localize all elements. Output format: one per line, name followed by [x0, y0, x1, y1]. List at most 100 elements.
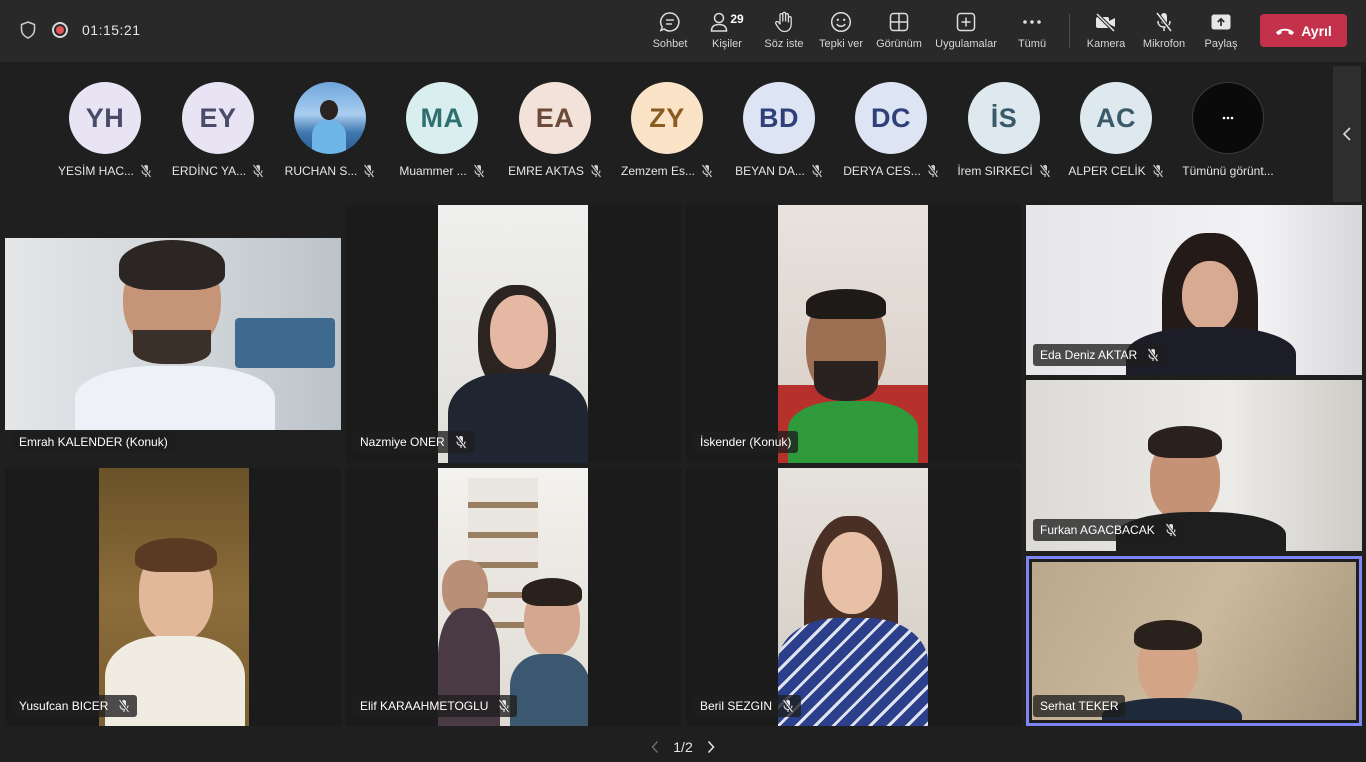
- next-page-button[interactable]: [707, 740, 715, 754]
- muted-mic-icon: [252, 164, 264, 178]
- participant-name-tag: Yusufcan BICER: [12, 695, 138, 717]
- strip-participant[interactable]: MA Muammer ...: [386, 82, 498, 179]
- participant-name: BEYAN DA...: [735, 164, 805, 178]
- strip-participant[interactable]: AC ALPER CELİK: [1060, 82, 1172, 179]
- camera-off-icon: [1094, 10, 1118, 34]
- avatar: İS: [968, 82, 1040, 154]
- chat-icon: [659, 10, 681, 34]
- chevron-left-icon: [651, 740, 659, 754]
- chevron-right-icon: [707, 740, 715, 754]
- muted-mic-icon: [811, 164, 823, 178]
- video-tile[interactable]: Yusufcan BICER: [5, 468, 341, 726]
- strip-participant[interactable]: İS İrem SIRKECİ: [948, 82, 1060, 179]
- muted-mic-icon: [590, 164, 602, 178]
- muted-mic-icon: [118, 699, 130, 713]
- avatar: ZY: [631, 82, 703, 154]
- participant-name-tag: Serhat TEKER: [1033, 695, 1126, 717]
- apps-label: Uygulamalar: [935, 38, 997, 50]
- raise-hand-button[interactable]: Söz iste: [764, 10, 804, 54]
- video-tile[interactable]: Emrah KALENDER (Konuk): [5, 205, 341, 463]
- strip-participant[interactable]: RUCHAN S...: [274, 82, 386, 179]
- strip-participant[interactable]: EY ERDİNC YA...: [162, 82, 274, 179]
- people-icon: [710, 11, 728, 33]
- strip-participant[interactable]: YH YESİM HAC...: [49, 82, 161, 179]
- people-label: Kişiler: [712, 38, 742, 50]
- camera-button[interactable]: Kamera: [1086, 10, 1126, 54]
- react-button[interactable]: Tepki ver: [819, 10, 863, 54]
- participant-name: Beril SEZGIN: [700, 699, 773, 713]
- video-tile[interactable]: Beril SEZGIN: [686, 468, 1021, 726]
- more-icon: [1192, 82, 1264, 154]
- previous-page-button[interactable]: [651, 740, 659, 754]
- video-tile[interactable]: İskender (Konuk): [686, 205, 1021, 463]
- gallery-pager: 1/2: [0, 736, 1366, 758]
- strip-participant[interactable]: EA EMRE AKTAS: [499, 82, 611, 179]
- react-label: Tepki ver: [818, 38, 864, 50]
- muted-mic-icon: [473, 164, 485, 178]
- participant-name: EMRE AKTAS: [508, 164, 584, 178]
- view-button[interactable]: Görünüm: [874, 10, 924, 54]
- participant-name: Eda Deniz AKTAR: [1040, 348, 1138, 362]
- participant-name: DERYA CES...: [843, 164, 921, 178]
- participant-video: [99, 468, 249, 726]
- apps-button[interactable]: Uygulamalar: [933, 10, 999, 54]
- muted-mic-icon: [455, 435, 467, 449]
- chevron-left-icon: [1342, 126, 1352, 142]
- participant-name: Yusufcan BICER: [19, 699, 109, 713]
- collapse-strip-button[interactable]: [1333, 66, 1361, 202]
- muted-mic-icon: [701, 164, 713, 178]
- people-button[interactable]: 29 Kişiler: [708, 10, 746, 54]
- participant-video: [778, 205, 928, 463]
- strip-participant[interactable]: DC DERYA CES...: [835, 82, 947, 179]
- hand-icon: [774, 10, 794, 34]
- avatar: MA: [406, 82, 478, 154]
- share-button[interactable]: Paylaş: [1204, 10, 1238, 54]
- video-tile[interactable]: Nazmiye ONER: [346, 205, 681, 463]
- leave-label: Ayrıl: [1301, 22, 1332, 39]
- muted-mic-icon: [927, 164, 939, 178]
- hang-up-icon: [1275, 26, 1301, 36]
- share-label: Paylaş: [1204, 38, 1238, 50]
- participant-name: İskender (Konuk): [700, 435, 792, 449]
- avatar: DC: [855, 82, 927, 154]
- leave-button[interactable]: Ayrıl: [1260, 14, 1347, 47]
- meeting-status: 01:15:21: [18, 20, 141, 40]
- muted-mic-icon: [782, 699, 794, 713]
- strip-participant[interactable]: ZY Zemzem Es...: [611, 82, 723, 179]
- microphone-label: Mikrofon: [1142, 38, 1186, 50]
- strip-participant[interactable]: BD BEYAN DA...: [723, 82, 835, 179]
- raise-hand-label: Söz iste: [764, 38, 804, 50]
- meeting-toolbar: 01:15:21 Sohbet 29 Kişiler Söz iste Tepk…: [0, 0, 1366, 62]
- participant-name-tag: Eda Deniz AKTAR: [1033, 344, 1167, 366]
- muted-mic-icon: [498, 699, 511, 713]
- participant-name: YESİM HAC...: [57, 164, 134, 178]
- chat-button[interactable]: Sohbet: [651, 10, 689, 54]
- share-icon: [1210, 10, 1232, 34]
- participant-name: RUCHAN S...: [284, 164, 358, 178]
- video-tile-active-speaker[interactable]: Serhat TEKER: [1026, 556, 1362, 726]
- more-button[interactable]: Tümü: [1014, 10, 1050, 54]
- participant-name: Zemzem Es...: [620, 164, 695, 178]
- muted-mic-icon: [140, 164, 152, 178]
- muted-mic-icon: [1147, 348, 1159, 362]
- see-all-label: Tümünü görünt...: [1182, 164, 1274, 178]
- add-app-icon: [956, 10, 976, 34]
- avatar: AC: [1080, 82, 1152, 154]
- video-tile[interactable]: Furkan AGACBACAK: [1026, 380, 1362, 551]
- muted-mic-icon: [1039, 164, 1051, 178]
- mic-off-icon: [1153, 10, 1175, 34]
- video-tile[interactable]: Eda Deniz AKTAR: [1026, 205, 1362, 375]
- participant-video: [438, 468, 588, 726]
- page-indicator: 1/2: [673, 739, 693, 755]
- avatar: BD: [743, 82, 815, 154]
- people-count: 29: [730, 12, 744, 26]
- see-all-participants-button[interactable]: Tümünü görünt...: [1172, 82, 1284, 179]
- shield-icon: [18, 20, 38, 40]
- recording-icon: [52, 22, 68, 38]
- view-label: Görünüm: [876, 38, 922, 50]
- video-tile[interactable]: Elif KARAAHMETOGLU: [346, 468, 681, 726]
- participant-name: Muammer ...: [399, 164, 467, 178]
- microphone-button[interactable]: Mikrofon: [1139, 10, 1189, 54]
- chat-label: Sohbet: [652, 38, 688, 50]
- participant-strip: YH YESİM HAC... EY ERDİNC YA... RUCHAN S…: [0, 62, 1366, 202]
